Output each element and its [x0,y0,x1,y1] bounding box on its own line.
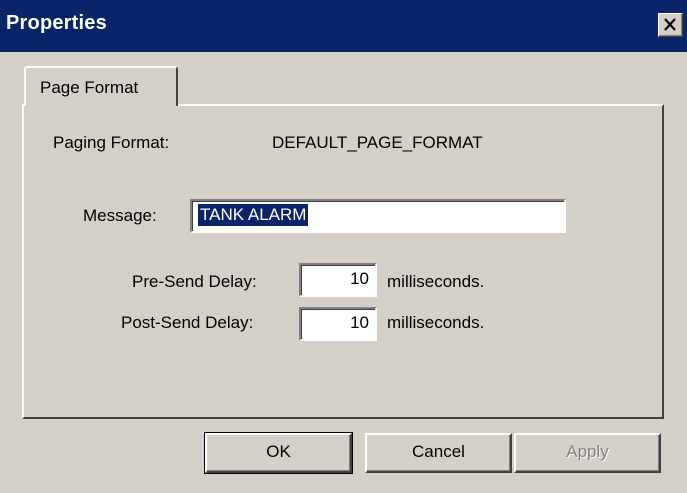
properties-dialog: Properties Page Format Paging Format: DE… [0,0,687,493]
tab-page-format[interactable]: Page Format [24,66,178,106]
paging-format-label: Paging Format: [53,133,170,152]
close-button[interactable] [658,13,683,37]
pre-send-delay-input[interactable]: 10 [299,263,377,297]
ok-button[interactable]: OK [204,432,353,474]
pre-send-delay-value: 10 [350,269,369,288]
post-send-delay-input[interactable]: 10 [299,307,377,341]
paging-format-value: DEFAULT_PAGE_FORMAT [272,133,483,152]
pre-send-delay-unit: milliseconds. [387,272,485,291]
post-send-delay-unit: milliseconds. [387,313,485,332]
post-send-delay-value: 10 [350,313,369,332]
pre-send-delay-label: Pre-Send Delay: [132,272,257,291]
apply-button[interactable]: Apply [514,433,661,473]
message-input[interactable]: TANK ALARM [190,199,566,233]
message-label: Message: [83,206,157,225]
close-icon [664,18,676,31]
window-title: Properties [6,12,107,34]
tab-page-format-label: Page Format [40,78,139,97]
message-input-value: TANK ALARM [198,204,309,226]
post-send-delay-label: Post-Send Delay: [121,313,254,332]
cancel-button[interactable]: Cancel [365,433,512,473]
title-bar[interactable]: Properties [0,0,687,52]
